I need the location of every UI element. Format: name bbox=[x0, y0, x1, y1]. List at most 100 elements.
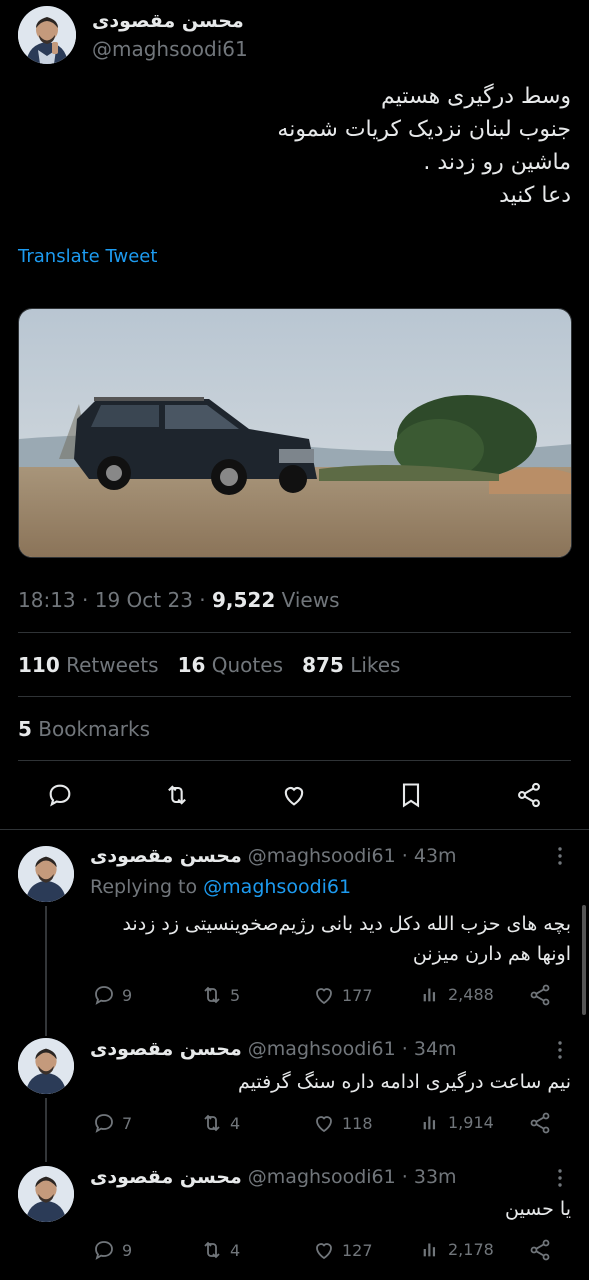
replying-to-handle[interactable]: @maghsoodi61 bbox=[203, 876, 351, 898]
retweet-count: 5 bbox=[230, 985, 241, 1005]
reply-author-name[interactable]: محسن مقصودی bbox=[90, 1166, 242, 1188]
like-icon[interactable] bbox=[280, 781, 308, 809]
reply-age[interactable]: 33m bbox=[414, 1166, 457, 1188]
reply-header: محسن مقصودی @maghsoodi61 · 33m bbox=[90, 1166, 549, 1188]
quotes-count: 16 bbox=[177, 653, 206, 677]
share-icon bbox=[530, 1239, 550, 1261]
likes-label: Likes bbox=[350, 653, 401, 677]
retweet-icon bbox=[204, 986, 220, 1004]
reply-count: 7 bbox=[122, 1113, 133, 1133]
reply-author-name[interactable]: محسن مقصودی bbox=[90, 845, 242, 867]
tweet-text-line: دعا کنید bbox=[499, 183, 571, 208]
thread-line bbox=[45, 1098, 47, 1162]
retweet-count-button[interactable]: 5 bbox=[200, 983, 240, 1007]
tweet-text-line: جنوب لبنان نزدیک کریات شمونه bbox=[277, 117, 571, 142]
retweets-stat[interactable]: 110 Retweets bbox=[18, 653, 158, 677]
reply-text-line: بچه های حزب الله دکل دید بانی رژیم‌صخوین… bbox=[122, 913, 571, 935]
retweets-label: Retweets bbox=[66, 653, 159, 677]
scrollbar[interactable] bbox=[582, 905, 586, 1015]
like-count: 118 bbox=[342, 1113, 373, 1133]
replying-to: Replying to @maghsoodi61 bbox=[90, 876, 351, 898]
bookmark-icon[interactable] bbox=[397, 781, 425, 809]
reply-count-button[interactable]: 9 bbox=[92, 1238, 132, 1262]
reply-author-handle[interactable]: @maghsoodi61 bbox=[248, 1166, 396, 1188]
views-label: Views bbox=[281, 588, 340, 612]
share-button[interactable] bbox=[528, 1111, 552, 1135]
tweet-text: وسط درگیری هستیم جنوب لبنان نزدیک کریات … bbox=[18, 80, 571, 212]
retweet-icon[interactable] bbox=[163, 781, 191, 809]
reply-header: محسن مقصودی @maghsoodi61 · 34m bbox=[90, 1038, 549, 1060]
translate-tweet-link[interactable]: Translate Tweet bbox=[18, 246, 157, 267]
reply-text-line: یا حسین bbox=[504, 1198, 571, 1220]
reply-text-line: اونها هم دارن میزنن bbox=[412, 943, 571, 965]
views-count: 2,488 bbox=[448, 984, 494, 1004]
reply-count: 9 bbox=[122, 1240, 133, 1260]
like-count-button[interactable]: 127 bbox=[312, 1238, 373, 1262]
share-icon bbox=[530, 1112, 550, 1134]
reply-age[interactable]: 43m bbox=[414, 845, 457, 867]
likes-stat[interactable]: 875 Likes bbox=[302, 653, 400, 677]
views-count-button[interactable]: 1,914 bbox=[420, 1111, 494, 1133]
separator: · bbox=[401, 1038, 408, 1060]
retweet-count: 4 bbox=[230, 1113, 241, 1133]
separator: · bbox=[82, 588, 89, 612]
reply-age[interactable]: 34m bbox=[414, 1038, 457, 1060]
separator: · bbox=[401, 1166, 408, 1188]
retweet-count-button[interactable]: 4 bbox=[200, 1238, 240, 1262]
more-options-icon[interactable] bbox=[552, 1040, 568, 1060]
bookmarks-stat[interactable]: 5 Bookmarks bbox=[18, 717, 150, 741]
replying-to-label: Replying to bbox=[90, 876, 198, 898]
reply-text-line: نیم ساعت درگیری ادامه داره سنگ گرفتیم bbox=[237, 1071, 571, 1093]
more-options-icon[interactable] bbox=[552, 846, 568, 866]
retweet-icon bbox=[204, 1241, 220, 1259]
reply-count-button[interactable]: 9 bbox=[92, 983, 132, 1007]
author-name[interactable]: محسن مقصودی bbox=[92, 10, 244, 32]
quotes-stat[interactable]: 16 Quotes bbox=[178, 653, 283, 677]
views-count[interactable]: 9,522 bbox=[212, 588, 275, 612]
tweet-text-line: ماشین رو زدند . bbox=[423, 150, 571, 175]
reply-author-handle[interactable]: @maghsoodi61 bbox=[248, 845, 396, 867]
retweet-icon bbox=[204, 1114, 220, 1132]
tweet-photo[interactable] bbox=[18, 308, 572, 558]
divider bbox=[18, 632, 571, 633]
tweet-timestamp-row: 18:13 · 19 Oct 23 · 9,522 Views bbox=[18, 588, 340, 612]
like-icon bbox=[316, 1116, 332, 1133]
like-count-button[interactable]: 177 bbox=[312, 983, 373, 1007]
reply-author-name[interactable]: محسن مقصودی bbox=[90, 1038, 242, 1060]
more-options-icon[interactable] bbox=[552, 1168, 568, 1188]
reply-header: محسن مقصودی @maghsoodi61 · 43m bbox=[90, 845, 549, 867]
reply-icon bbox=[95, 1114, 113, 1133]
author-avatar[interactable] bbox=[18, 6, 76, 64]
engagement-stats: 110 Retweets 16 Quotes 875 Likes bbox=[18, 653, 400, 677]
like-count-button[interactable]: 118 bbox=[312, 1111, 373, 1135]
reply-avatar[interactable] bbox=[18, 1166, 74, 1222]
bookmarks-label: Bookmarks bbox=[38, 717, 151, 741]
views-count-button[interactable]: 2,488 bbox=[420, 983, 494, 1005]
views-count-button[interactable]: 2,178 bbox=[420, 1238, 494, 1260]
bookmarks-count: 5 bbox=[18, 717, 32, 741]
tweet-action-bar bbox=[0, 775, 589, 815]
share-icon[interactable] bbox=[515, 781, 543, 809]
reply-avatar[interactable] bbox=[18, 846, 74, 902]
reply-icon[interactable] bbox=[46, 781, 74, 809]
thread-line bbox=[45, 906, 47, 1036]
like-count: 127 bbox=[342, 1240, 373, 1260]
divider bbox=[18, 696, 571, 697]
like-icon bbox=[316, 988, 332, 1005]
tweet-time[interactable]: 18:13 bbox=[18, 588, 76, 612]
reply-avatar[interactable] bbox=[18, 1038, 74, 1094]
share-button[interactable] bbox=[528, 1238, 552, 1262]
reply-count-button[interactable]: 7 bbox=[92, 1111, 132, 1135]
reply-count: 9 bbox=[122, 985, 133, 1005]
share-button[interactable] bbox=[528, 983, 552, 1007]
retweets-count: 110 bbox=[18, 653, 60, 677]
reply-text: بچه های حزب الله دکل دید بانی رژیم‌صخوین… bbox=[90, 909, 571, 969]
tweet-date[interactable]: 19 Oct 23 bbox=[95, 588, 193, 612]
reply-icon bbox=[95, 1241, 113, 1260]
author-handle[interactable]: @maghsoodi61 bbox=[92, 37, 248, 61]
divider bbox=[18, 760, 571, 761]
reply-author-handle[interactable]: @maghsoodi61 bbox=[248, 1038, 396, 1060]
retweet-count-button[interactable]: 4 bbox=[200, 1111, 240, 1135]
likes-count: 875 bbox=[302, 653, 344, 677]
like-count: 177 bbox=[342, 985, 373, 1005]
